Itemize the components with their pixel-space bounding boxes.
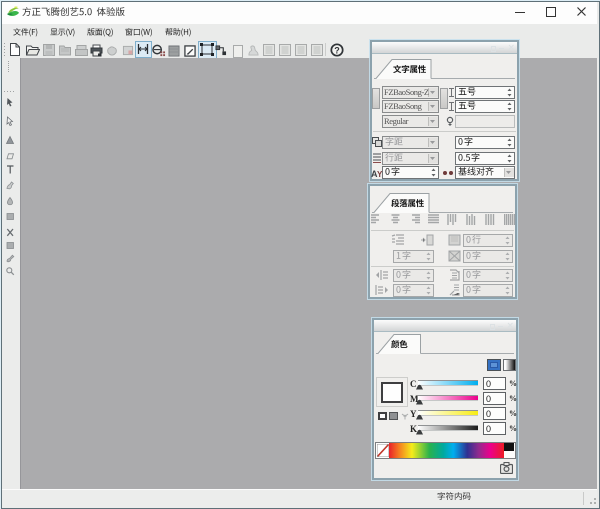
svg-text:?: ? [334, 46, 340, 56]
